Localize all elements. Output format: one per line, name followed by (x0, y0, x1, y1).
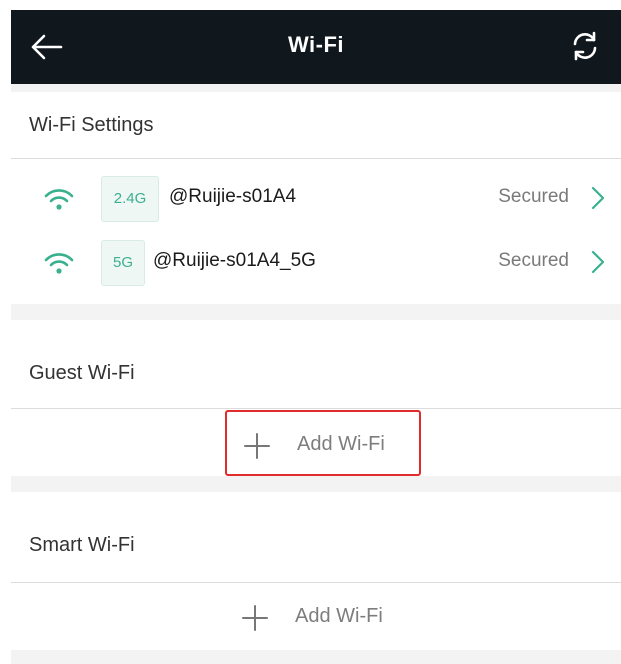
section-header-wifi-settings: Wi-Fi Settings (11, 92, 621, 158)
network-status: Secured (498, 186, 569, 207)
smart-add-row: Add Wi-Fi (11, 584, 621, 650)
chevron-right-icon (591, 250, 605, 274)
add-guest-wifi-button[interactable]: Add Wi-Fi (225, 410, 421, 476)
band-badge: 2.4G (101, 176, 159, 222)
app-screen: Wi-Fi Wi-Fi Settings 2.4G @Ruijie-s01A4 … (11, 10, 621, 664)
network-status: Secured (498, 250, 569, 271)
chevron-right-icon (591, 186, 605, 210)
section-gap (11, 304, 621, 320)
section-gap (11, 84, 621, 92)
guest-add-row: Add Wi-Fi (11, 410, 621, 476)
refresh-icon[interactable] (567, 28, 603, 64)
wifi-signal-icon (44, 189, 74, 210)
add-smart-wifi-button[interactable]: Add Wi-Fi (225, 584, 421, 650)
section-title: Guest Wi-Fi (29, 362, 135, 384)
add-wifi-label: Add Wi-Fi (295, 605, 383, 627)
plus-icon (244, 433, 270, 459)
section-header-smart-wifi: Smart Wi-Fi (11, 492, 621, 582)
divider (11, 582, 621, 583)
network-ssid: @Ruijie-s01A4 (169, 186, 297, 207)
plus-icon (242, 605, 268, 631)
wifi-signal-icon (44, 253, 74, 274)
divider (11, 408, 621, 409)
top-bar: Wi-Fi (11, 10, 621, 84)
section-title: Wi-Fi Settings (29, 114, 154, 136)
divider (11, 158, 621, 159)
add-wifi-label: Add Wi-Fi (297, 433, 385, 455)
page-title: Wi-Fi (287, 32, 345, 57)
network-ssid: @Ruijie-s01A4_5G (153, 250, 316, 271)
network-row-5g[interactable]: 5G @Ruijie-s01A4_5G Secured (11, 232, 621, 294)
section-title: Smart Wi-Fi (29, 534, 135, 556)
network-row-2g[interactable]: 2.4G @Ruijie-s01A4 Secured (11, 168, 621, 230)
section-gap (11, 650, 621, 664)
band-badge: 5G (101, 240, 145, 286)
section-gap (11, 476, 621, 492)
section-header-guest-wifi: Guest Wi-Fi (11, 320, 621, 408)
